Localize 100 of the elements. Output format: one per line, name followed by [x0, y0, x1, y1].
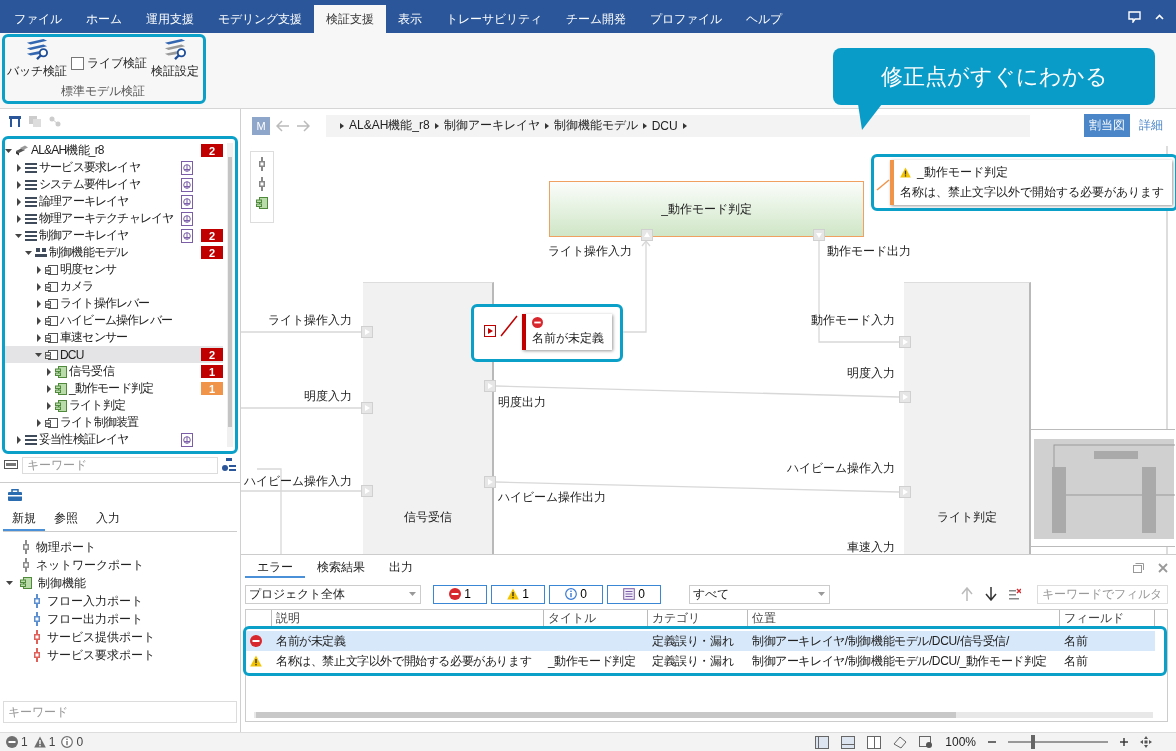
panel-tab[interactable]: 出力 [377, 558, 425, 578]
layout-icon[interactable] [841, 735, 856, 749]
view-tab[interactable]: 割当図 [1084, 114, 1130, 137]
tree-row[interactable]: カメラ [5, 278, 223, 295]
tree-row[interactable]: 物理アーキテクチャレイヤ [5, 210, 223, 227]
column-header[interactable]: タイトル [544, 610, 648, 626]
menu-tab[interactable]: トレーサビリティ [434, 5, 554, 33]
error-marker[interactable]: 名前が未定義 [522, 314, 612, 350]
expand-caret-icon[interactable] [45, 384, 53, 393]
comment-icon[interactable] [1128, 10, 1141, 23]
table-row[interactable]: 名前が未定義 定義誤り・漏れ 制御アーキレイヤ/制御機能モデル/DCU/信号受信/ 名前 [246, 631, 1155, 651]
scrollbar[interactable] [254, 712, 1153, 718]
severity-filter-button[interactable]: 0 [549, 584, 603, 604]
expand-caret-icon[interactable] [35, 350, 43, 359]
expand-caret-icon[interactable] [5, 146, 13, 155]
warning-marker[interactable]: _動作モード判定 名称は、禁止文字以外で開始する必要があります [890, 160, 1172, 205]
dropdown-caret-icon[interactable] [409, 592, 416, 596]
tree-row[interactable]: 制御機能モデル 2 [5, 244, 223, 261]
palette-tab[interactable]: 参照 [45, 507, 87, 531]
panel-tab[interactable]: エラー [245, 558, 305, 578]
down-arrow-icon[interactable] [985, 587, 997, 601]
expand-caret-icon[interactable] [15, 231, 23, 240]
expand-caret-icon[interactable] [25, 248, 33, 257]
tree-row[interactable]: ハイビーム操作レバー [5, 312, 223, 329]
expand-caret-icon[interactable] [45, 367, 53, 376]
breadcrumb-item[interactable]: DCU [651, 118, 678, 133]
menu-tab[interactable]: プロファイル [638, 5, 734, 33]
view-tab[interactable]: 詳細 [1134, 114, 1168, 137]
component-block[interactable]: ライト判定 [904, 282, 1031, 554]
severity-filter-button[interactable]: 1 [491, 584, 545, 604]
scope-dropdown[interactable]: プロジェクト全体 [245, 584, 421, 604]
column-header[interactable]: 位置 [748, 610, 1060, 626]
palette-item[interactable]: ネットワークポート [36, 556, 144, 574]
live-check-checkbox[interactable]: ライブ検証 [71, 55, 147, 72]
tree-row[interactable]: AL&AH機能_r8 2 [5, 142, 223, 159]
zoom-in-icon[interactable] [1120, 738, 1128, 746]
tree-row[interactable]: システム要件レイヤ [5, 176, 223, 193]
palette-item[interactable]: フロー入力ポート [47, 592, 143, 610]
panel-tab[interactable]: 検索結果 [305, 558, 377, 578]
menu-tab[interactable]: ファイル [2, 5, 74, 33]
filter-list-icon[interactable] [222, 458, 236, 472]
keyword-field[interactable]: キーワード [22, 456, 218, 474]
column-header[interactable]: フィールド [1060, 610, 1155, 626]
component-block[interactable]: 信号受信 [363, 282, 494, 554]
zoom-out-icon[interactable] [988, 738, 996, 746]
restore-icon[interactable] [1133, 563, 1144, 573]
breadcrumb-item[interactable]: 制御機能モデル [553, 117, 638, 134]
palette-item[interactable]: サービス要求ポート [47, 646, 155, 664]
palette-item[interactable]: サービス提供ポート [47, 628, 155, 646]
settings-icon[interactable] [919, 735, 934, 749]
scrollbar[interactable] [227, 143, 233, 447]
menu-tab[interactable]: ヘルプ [734, 5, 794, 33]
dropdown-caret-icon[interactable] [818, 592, 825, 596]
fit-icon[interactable] [1140, 736, 1152, 748]
expand-caret-icon[interactable] [45, 401, 53, 410]
breadcrumb-item[interactable]: AL&AH機能_r8 [349, 117, 430, 134]
tree-row[interactable]: ライト制御装置 [5, 414, 223, 431]
expand-caret-icon[interactable] [15, 180, 23, 189]
expand-caret-icon[interactable] [35, 316, 43, 325]
palette-tab[interactable]: 入力 [87, 507, 129, 531]
tree-row[interactable]: ライト操作レバー [5, 295, 223, 312]
severity-filter-button[interactable]: 0 [607, 584, 661, 604]
tree-row[interactable]: 制御アーキレイヤ 2 [5, 227, 223, 244]
tree-row[interactable]: 車速センサー [5, 329, 223, 346]
expand-caret-icon[interactable] [35, 333, 43, 342]
expand-caret-icon[interactable] [6, 579, 14, 587]
severity-filter-button[interactable]: 1 [433, 584, 487, 604]
expand-caret-icon[interactable] [35, 299, 43, 308]
table-row[interactable]: 名称は、禁止文字以外で開始する必要があります _動作モード判定 定義誤り・漏れ 制御アーキレイヤ/制御機能モデル/DCU/_動作モード判定 名前 [246, 651, 1155, 671]
layout-icon[interactable] [815, 735, 830, 749]
menu-tab[interactable]: チーム開発 [554, 5, 638, 33]
expand-caret-icon[interactable] [15, 214, 23, 223]
expand-caret-icon[interactable] [35, 265, 43, 274]
clear-list-icon[interactable] [1009, 588, 1021, 600]
column-header[interactable]: カテゴリ [648, 610, 748, 626]
function-block[interactable]: _動作モード判定 [549, 181, 864, 237]
tree-row[interactable]: _動作モード判定 1 [5, 380, 223, 397]
tree-row[interactable]: ライト判定 [5, 397, 223, 414]
eraser-icon[interactable] [893, 735, 908, 749]
expand-caret-icon[interactable] [15, 435, 23, 444]
tree-row[interactable]: DCU 2 [5, 346, 223, 363]
check-settings-button[interactable]: 検証設定 [151, 39, 199, 80]
menu-tab[interactable]: 運用支援 [134, 5, 206, 33]
tree-row[interactable]: 論理アーキレイヤ [5, 193, 223, 210]
menu-tab[interactable]: 表示 [386, 5, 434, 33]
tree-row[interactable]: 明度センサ [5, 261, 223, 278]
tree-row[interactable]: サービス要求レイヤ [5, 159, 223, 176]
palette-tab[interactable]: 新規 [3, 507, 45, 531]
keyword-field[interactable]: キーワード [3, 701, 237, 723]
menu-tab[interactable]: 検証支援 [314, 5, 386, 33]
hierarchy-icon[interactable] [9, 115, 21, 127]
tree-row[interactable]: 妥当性検証レイヤ [5, 431, 223, 448]
expand-caret-icon[interactable] [35, 418, 43, 427]
breadcrumb-item[interactable]: 制御アーキレイヤ [443, 117, 540, 134]
tree-row[interactable]: 信号受信 1 [5, 363, 223, 380]
layout-icon[interactable] [867, 735, 882, 749]
palette-item[interactable]: 制御機能 [38, 574, 86, 592]
batch-check-button[interactable]: バッチ検証 [7, 39, 67, 80]
column-header[interactable]: 説明 [272, 610, 544, 626]
palette-item[interactable]: フロー出力ポート [47, 610, 143, 628]
